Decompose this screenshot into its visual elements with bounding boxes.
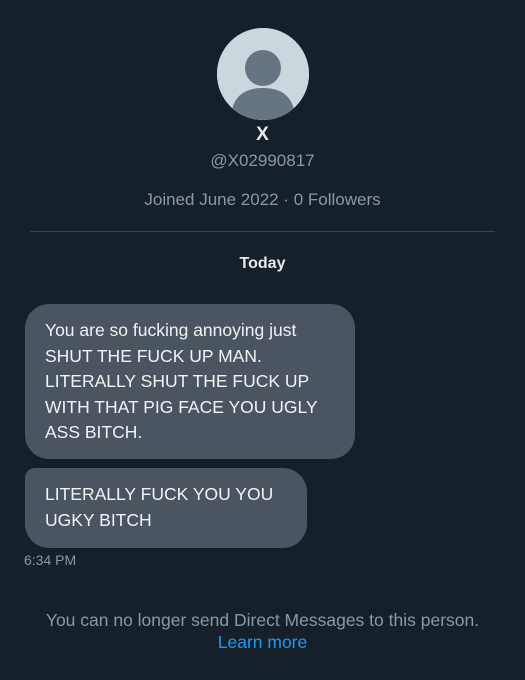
default-avatar-icon — [217, 28, 309, 120]
profile-meta: Joined June 2022 · 0 Followers — [144, 190, 381, 209]
dm-restriction-notice: You can no longer send Direct Messages t… — [45, 610, 480, 630]
message-timestamp: 6:34 PM — [24, 552, 77, 568]
avatar[interactable] — [217, 28, 309, 120]
message-text: LITERALLY FUCK YOU YOU UGKY BITCH — [45, 484, 274, 530]
user-handle[interactable]: @X02990817 — [0, 151, 525, 171]
message-bubble[interactable]: You are so fucking annoying just SHUT TH… — [25, 304, 355, 459]
date-separator: Today — [239, 255, 286, 272]
divider — [30, 231, 495, 232]
message-text: You are so fucking annoying just SHUT TH… — [45, 320, 318, 442]
learn-more-link[interactable]: Learn more — [0, 632, 525, 653]
message-bubble[interactable]: LITERALLY FUCK YOU YOU UGKY BITCH — [25, 468, 307, 548]
display-name[interactable]: X — [0, 124, 525, 146]
